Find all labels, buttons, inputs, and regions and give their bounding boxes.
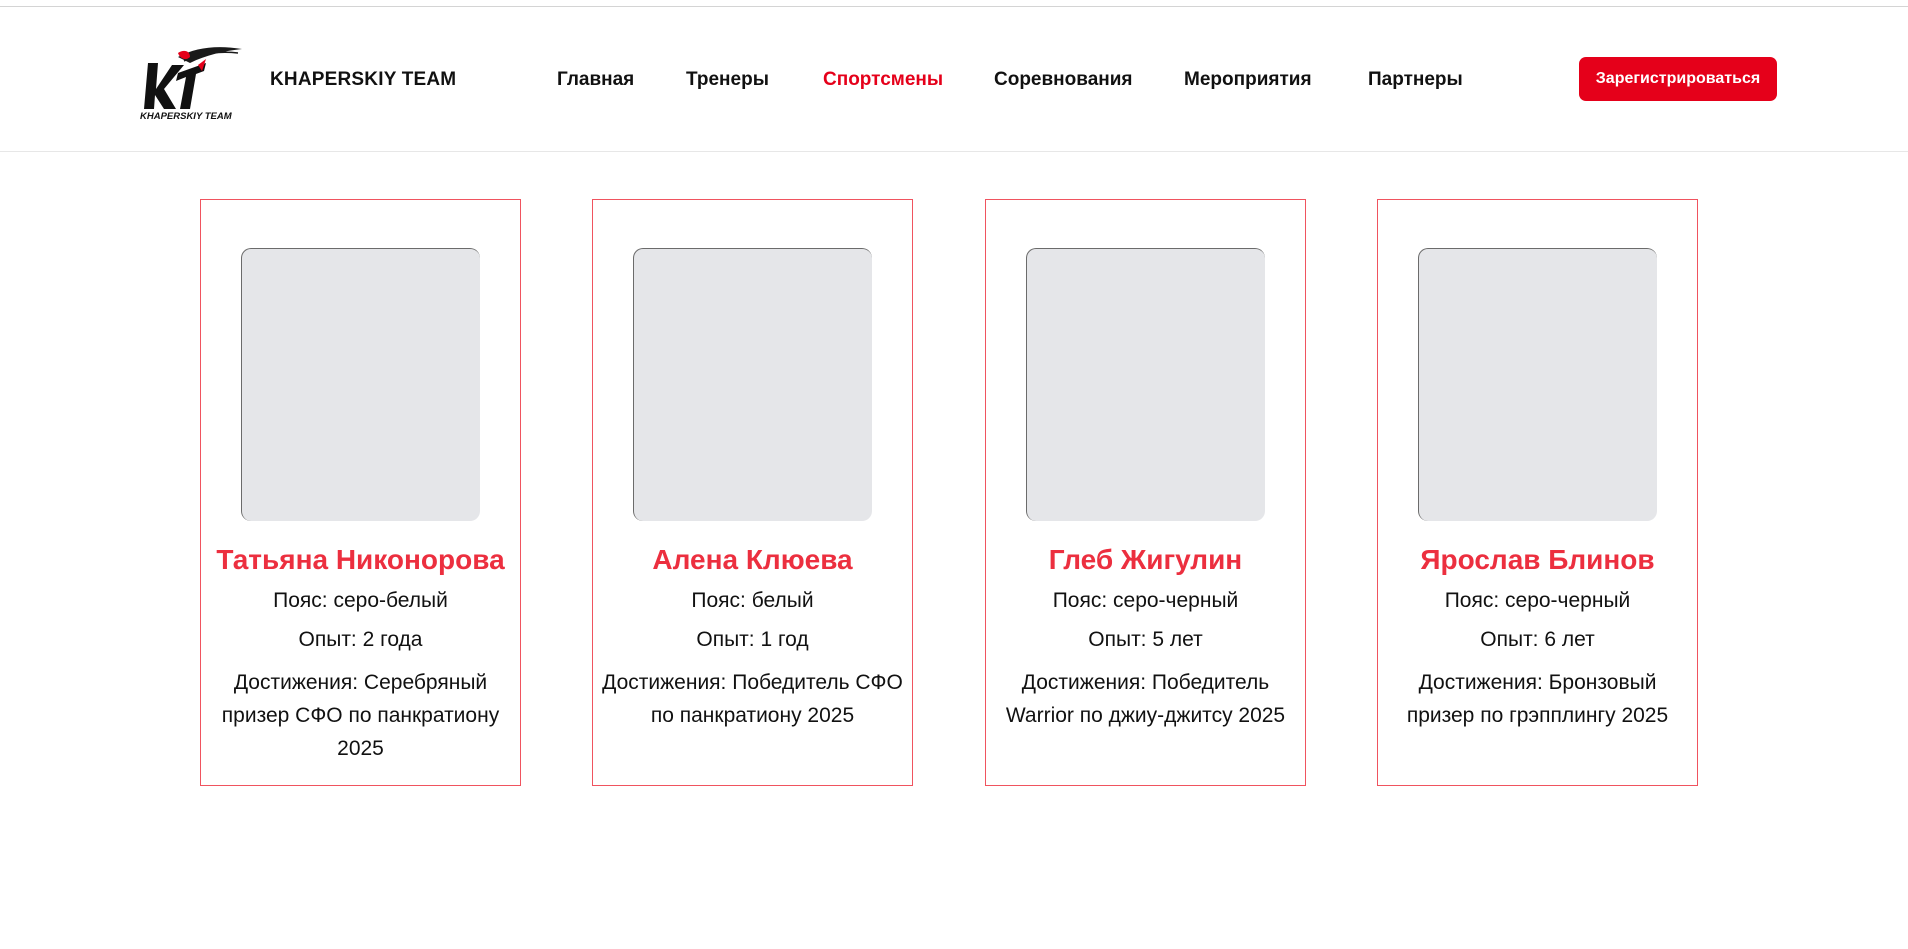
athlete-card[interactable]: Глеб Жигулин Пояс: серо-черный Опыт: 5 л… [985, 199, 1306, 786]
athlete-name: Глеб Жигулин [1048, 544, 1243, 575]
athlete-experience: Опыт: 2 года [298, 628, 423, 651]
athlete-achievements: Достижения: Бронзовый призер по грэпплин… [1406, 671, 1669, 727]
athlete-photo-placeholder [1026, 248, 1265, 521]
nav-item-competitions[interactable]: Соревнования [994, 69, 1133, 91]
athlete-belt: Пояс: серо-черный [1052, 589, 1239, 612]
brand-name[interactable]: KHAPERSKIY TEAM [270, 69, 456, 91]
nav-item-events[interactable]: Мероприятия [1184, 69, 1312, 91]
athlete-belt: Пояс: серо-белый [273, 589, 448, 612]
athlete-card[interactable]: Татьяна Никонорова Пояс: серо-белый Опыт… [200, 199, 521, 786]
athlete-experience: Опыт: 5 лет [1088, 628, 1203, 651]
athlete-card[interactable]: Алена Клюева Пояс: белый Опыт: 1 год Дос… [592, 199, 913, 786]
athlete-name: Алена Клюева [652, 544, 853, 575]
athlete-name: Татьяна Никонорова [216, 544, 505, 575]
nav-item-partners[interactable]: Партнеры [1368, 69, 1463, 91]
logo-text: KHAPERSKIY TEAM [140, 111, 233, 121]
nav-item-coaches[interactable]: Тренеры [686, 69, 769, 91]
nav-item-home[interactable]: Главная [557, 69, 634, 91]
athlete-photo-placeholder [241, 248, 480, 521]
register-button[interactable]: Зарегистрироваться [1579, 57, 1777, 101]
nav-item-athletes[interactable]: Спортсмены [823, 69, 943, 91]
athlete-name: Ярослав Блинов [1420, 544, 1655, 575]
athlete-photo-placeholder [633, 248, 872, 521]
team-logo-icon: KHAPERSKIY TEAM [140, 47, 242, 122]
athlete-experience: Опыт: 1 год [696, 628, 809, 651]
site-header: KHAPERSKIY TEAM KHAPERSKIY TEAM Главная … [0, 7, 1908, 152]
athlete-experience: Опыт: 6 лет [1480, 628, 1595, 651]
athlete-achievements: Достижения: Победитель СФО по панкратион… [602, 671, 903, 727]
athlete-belt: Пояс: серо-черный [1444, 589, 1631, 612]
athlete-card[interactable]: Ярослав Блинов Пояс: серо-черный Опыт: 6… [1377, 199, 1698, 786]
team-logo[interactable]: KHAPERSKIY TEAM [138, 43, 244, 122]
athlete-belt: Пояс: белый [691, 589, 814, 612]
athlete-photo-placeholder [1418, 248, 1657, 521]
athlete-achievements: Достижения: Серебряный призер СФО по пан… [221, 671, 500, 760]
athlete-achievements: Достижения: Победитель Warrior по джиу-д… [1005, 671, 1286, 727]
